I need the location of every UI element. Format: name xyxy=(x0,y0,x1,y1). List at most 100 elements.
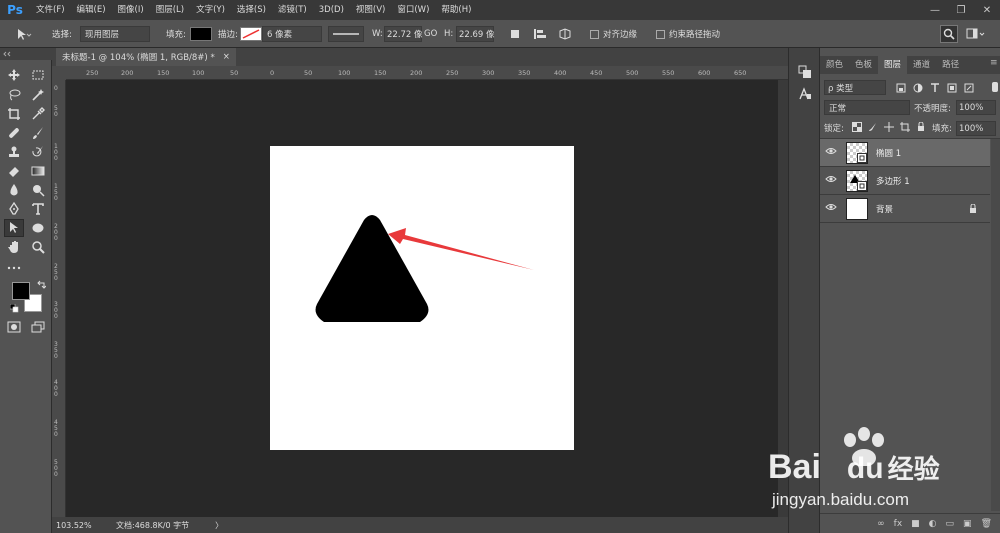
fill-opacity-input[interactable]: 100% xyxy=(956,121,996,136)
filter-pixel-icon[interactable] xyxy=(896,83,906,93)
menu-view[interactable]: 视图(V) xyxy=(350,0,391,20)
tools-panel-header[interactable] xyxy=(0,48,52,60)
tab-paths[interactable]: 路径 xyxy=(936,56,965,74)
tab-color[interactable]: 颜色 xyxy=(820,56,849,74)
h-input[interactable]: 22.69 像 xyxy=(456,26,495,42)
dodge-tool-icon[interactable] xyxy=(28,181,48,199)
stroke-swatch[interactable] xyxy=(240,27,262,41)
path-select-tool-icon[interactable] xyxy=(14,20,32,48)
path-alignment-icon[interactable] xyxy=(532,20,548,48)
tab-swatches[interactable]: 色板 xyxy=(849,56,878,74)
stamp-tool-icon[interactable] xyxy=(4,143,24,161)
quick-mask-icon[interactable] xyxy=(4,318,24,336)
filter-smart-object-icon[interactable] xyxy=(964,83,974,93)
layer-style-icon[interactable]: fx xyxy=(894,519,903,529)
new-group-icon[interactable]: ▭ xyxy=(946,519,955,529)
pen-tool-icon[interactable] xyxy=(4,200,24,218)
marquee-tool-icon[interactable] xyxy=(28,66,48,84)
menu-image[interactable]: 图像(I) xyxy=(112,0,150,20)
tab-channels[interactable]: 通道 xyxy=(907,56,936,74)
swap-colors-icon[interactable] xyxy=(36,280,47,290)
select-dropdown[interactable]: 现用图层 xyxy=(80,26,150,42)
maximize-button[interactable]: ❐ xyxy=(948,0,974,20)
default-colors-icon[interactable] xyxy=(9,303,19,313)
path-operations-icon[interactable] xyxy=(508,20,524,48)
zoom-level[interactable]: 103.52% xyxy=(56,521,108,530)
filter-type-icon[interactable] xyxy=(930,82,940,93)
crop-tool-icon[interactable] xyxy=(4,105,24,123)
eraser-tool-icon[interactable] xyxy=(4,162,24,180)
w-input[interactable]: 22.72 像 xyxy=(384,26,423,42)
foreground-color-swatch[interactable] xyxy=(12,282,30,300)
healing-brush-tool-icon[interactable] xyxy=(4,124,24,142)
layer-row-background[interactable]: 背景 xyxy=(820,195,990,223)
path-arrange-icon[interactable] xyxy=(556,20,574,48)
delete-layer-icon[interactable]: 🗑 xyxy=(981,519,992,529)
panel-menu-icon[interactable]: ≡ xyxy=(990,58,998,68)
lock-position-icon[interactable] xyxy=(884,122,894,132)
tab-layers[interactable]: 图层 xyxy=(878,56,908,74)
visibility-eye-icon[interactable] xyxy=(820,147,842,158)
hand-tool-icon[interactable] xyxy=(4,238,24,256)
visibility-eye-icon[interactable] xyxy=(820,203,842,214)
adjust-panel-icon[interactable] xyxy=(797,64,813,80)
blur-tool-icon[interactable] xyxy=(4,181,24,199)
more-tools-icon[interactable] xyxy=(4,259,24,277)
align-edges-checkbox[interactable] xyxy=(590,29,599,39)
magic-wand-tool-icon[interactable] xyxy=(28,86,48,104)
filter-shape-icon[interactable] xyxy=(947,83,957,93)
filter-adjustment-icon[interactable] xyxy=(913,83,923,93)
document-tab[interactable]: 未标题-1 @ 104% (椭圆 1, RGB/8#) * × xyxy=(56,48,236,66)
minimize-button[interactable]: — xyxy=(922,0,948,20)
horizontal-ruler[interactable]: 250 200 150 100 50 0 50 100 150 200 250 … xyxy=(66,66,788,80)
menu-window[interactable]: 窗口(W) xyxy=(391,0,435,20)
visibility-eye-icon[interactable] xyxy=(820,175,842,186)
adjustment-layer-icon[interactable]: ◐ xyxy=(929,519,937,529)
document-tab-close-icon[interactable]: × xyxy=(223,52,230,62)
menu-3d[interactable]: 3D(D) xyxy=(313,0,350,20)
ellipse-tool-icon[interactable] xyxy=(28,219,48,237)
search-button[interactable] xyxy=(940,25,958,43)
constrain-checkbox[interactable] xyxy=(656,29,665,39)
layer-filter-dropdown[interactable]: ρ 类型 xyxy=(824,80,886,95)
type-tool-icon[interactable] xyxy=(28,200,48,218)
history-brush-tool-icon[interactable] xyxy=(28,143,48,161)
workspace-icon[interactable] xyxy=(966,20,986,48)
link-icon[interactable]: GO xyxy=(424,20,437,48)
stroke-type-dropdown[interactable] xyxy=(328,26,364,42)
link-layers-icon[interactable]: ∞ xyxy=(877,519,885,529)
eyedropper-tool-icon[interactable] xyxy=(28,105,48,123)
zoom-tool-icon[interactable] xyxy=(28,238,48,256)
menu-file[interactable]: 文件(F) xyxy=(30,0,71,20)
lock-all-icon[interactable] xyxy=(916,122,926,132)
layers-scrollbar[interactable] xyxy=(991,139,1000,511)
lock-image-icon[interactable] xyxy=(868,122,878,132)
menu-type[interactable]: 文字(Y) xyxy=(190,0,231,20)
lock-transparent-icon[interactable] xyxy=(852,122,862,132)
layer-row-polygon[interactable]: 多边形 1 xyxy=(820,167,990,195)
stroke-width-input[interactable]: 6 像素 xyxy=(262,26,322,42)
gradient-tool-icon[interactable] xyxy=(28,162,48,180)
status-menu-icon[interactable]: 〉 xyxy=(215,520,223,531)
menu-edit[interactable]: 编辑(E) xyxy=(71,0,112,20)
menu-filter[interactable]: 滤镜(T) xyxy=(272,0,313,20)
fill-swatch[interactable] xyxy=(190,27,212,41)
vertical-ruler[interactable]: 0 50 100 150 200 250 300 350 400 450 500 xyxy=(52,80,66,517)
lasso-tool-icon[interactable] xyxy=(4,86,24,104)
layer-row-ellipse[interactable]: 椭圆 1 xyxy=(820,139,990,167)
menu-help[interactable]: 帮助(H) xyxy=(435,0,477,20)
lock-artboard-icon[interactable] xyxy=(900,122,910,132)
add-mask-icon[interactable]: ■ xyxy=(911,519,920,529)
close-button[interactable]: ✕ xyxy=(974,0,1000,20)
path-selection-tool-icon[interactable] xyxy=(4,219,24,237)
brush-tool-icon[interactable] xyxy=(28,124,48,142)
new-layer-icon[interactable]: ▣ xyxy=(963,519,972,529)
filter-toggle-switch[interactable] xyxy=(992,82,998,92)
blend-mode-dropdown[interactable]: 正常 xyxy=(824,100,910,115)
lock-icon[interactable] xyxy=(968,204,978,214)
menu-select[interactable]: 选择(S) xyxy=(231,0,272,20)
character-panel-icon[interactable] xyxy=(797,86,813,102)
document-canvas[interactable] xyxy=(270,146,574,450)
menu-layer[interactable]: 图层(L) xyxy=(150,0,190,20)
opacity-input[interactable]: 100% xyxy=(956,100,996,115)
